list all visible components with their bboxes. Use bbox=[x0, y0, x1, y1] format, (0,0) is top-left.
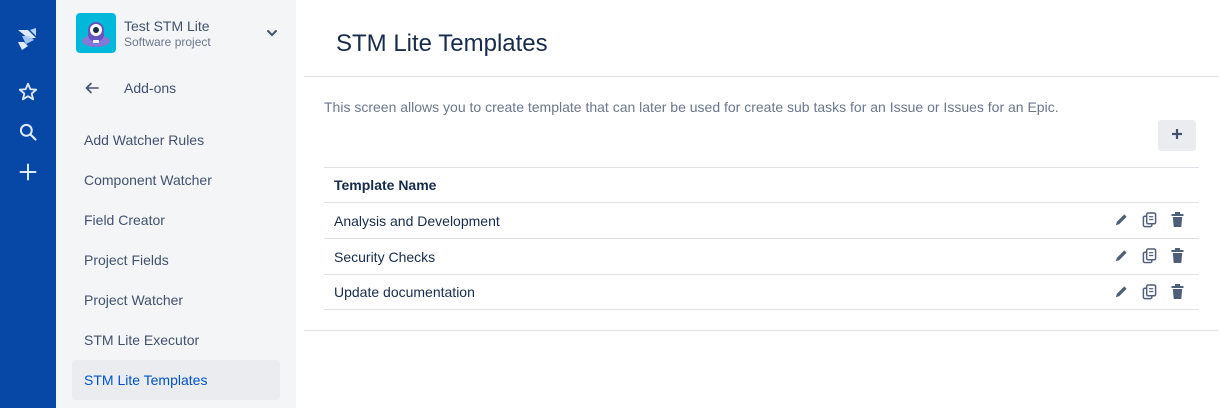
search-icon[interactable] bbox=[12, 116, 44, 148]
back-to-addons[interactable]: Add-ons bbox=[72, 72, 280, 104]
table-row: Security Checks bbox=[324, 238, 1199, 274]
add-template-button[interactable] bbox=[1158, 120, 1196, 151]
sidebar-item-stm-lite-executor[interactable]: STM Lite Executor bbox=[72, 320, 280, 360]
copy-icon[interactable] bbox=[1140, 246, 1159, 265]
project-sidebar: Test STM Lite Software project Add-ons A… bbox=[56, 0, 296, 408]
template-name: Update documentation bbox=[334, 284, 475, 300]
divider bbox=[304, 76, 1219, 77]
back-label: Add-ons bbox=[124, 80, 177, 96]
delete-icon[interactable] bbox=[1168, 246, 1187, 265]
arrow-left-icon bbox=[72, 82, 112, 94]
sidebar-item-project-watcher[interactable]: Project Watcher bbox=[72, 280, 280, 320]
page-title: STM Lite Templates bbox=[336, 30, 548, 57]
jira-logo-icon[interactable] bbox=[12, 22, 44, 54]
plus-icon bbox=[1171, 127, 1183, 145]
plus-icon[interactable] bbox=[12, 156, 44, 188]
sidebar-item-field-creator[interactable]: Field Creator bbox=[72, 200, 280, 240]
project-type: Software project bbox=[124, 34, 211, 49]
divider bbox=[304, 330, 1219, 331]
table-row: Update documentation bbox=[324, 274, 1199, 310]
template-name: Analysis and Development bbox=[334, 212, 500, 229]
table-header-row: Template Name bbox=[324, 167, 1199, 202]
sidebar-item-project-fields[interactable]: Project Fields bbox=[72, 240, 280, 280]
global-nav bbox=[0, 0, 56, 408]
edit-icon[interactable] bbox=[1112, 210, 1131, 229]
star-icon[interactable] bbox=[12, 76, 44, 108]
project-avatar bbox=[76, 13, 116, 53]
chevron-down-icon[interactable] bbox=[264, 25, 280, 41]
edit-icon[interactable] bbox=[1112, 246, 1131, 265]
main-content: STM Lite Templates This screen allows yo… bbox=[296, 0, 1219, 408]
delete-icon[interactable] bbox=[1168, 282, 1187, 301]
sidebar-item-add-watcher-rules[interactable]: Add Watcher Rules bbox=[72, 120, 280, 160]
edit-icon[interactable] bbox=[1112, 282, 1131, 301]
templates-table: Template Name Analysis and Development S… bbox=[324, 167, 1199, 310]
delete-icon[interactable] bbox=[1168, 210, 1187, 229]
column-header-template-name: Template Name bbox=[334, 177, 437, 193]
project-header[interactable]: Test STM Lite Software project bbox=[76, 13, 280, 53]
copy-icon[interactable] bbox=[1140, 210, 1159, 229]
project-name: Test STM Lite bbox=[124, 17, 210, 34]
sidebar-item-component-watcher[interactable]: Component Watcher bbox=[72, 160, 280, 200]
copy-icon[interactable] bbox=[1140, 282, 1159, 301]
table-row: Analysis and Development bbox=[324, 202, 1199, 238]
template-name: Security Checks bbox=[334, 248, 436, 265]
page-description: This screen allows you to create templat… bbox=[324, 99, 1059, 115]
sidebar-item-stm-lite-templates[interactable]: STM Lite Templates bbox=[72, 360, 280, 400]
